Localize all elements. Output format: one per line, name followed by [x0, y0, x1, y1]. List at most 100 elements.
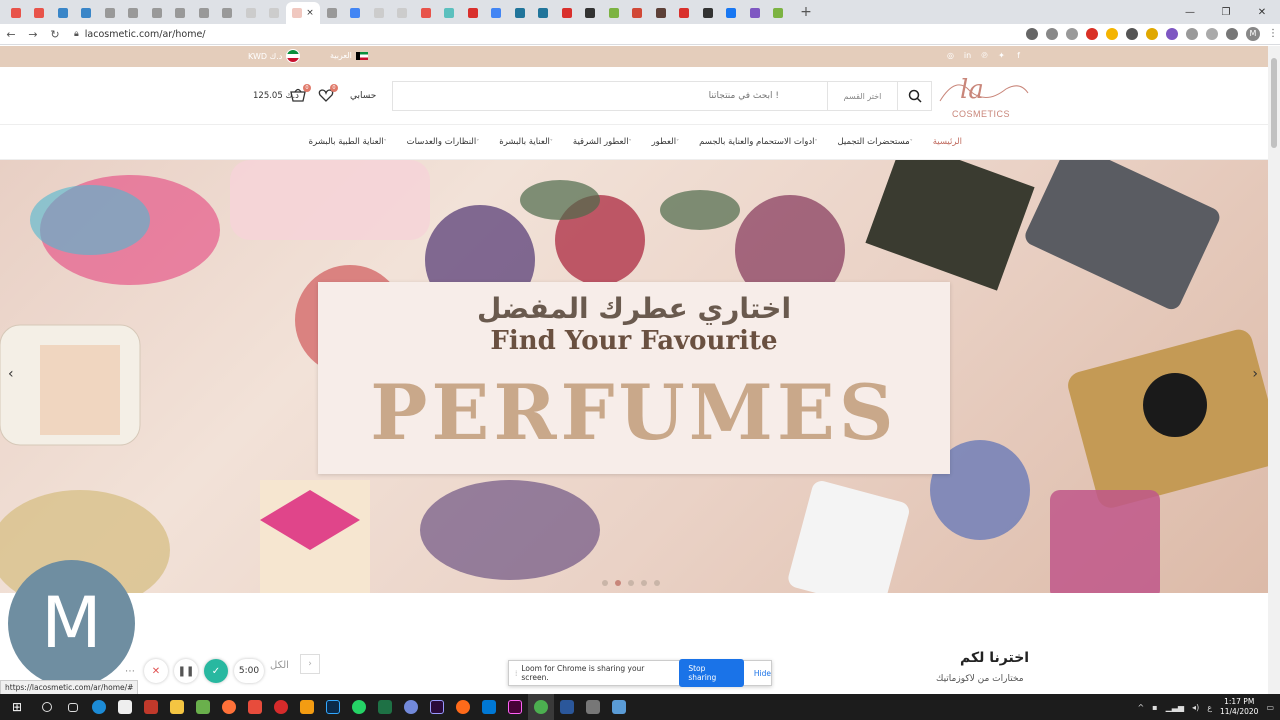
premiere-icon[interactable]	[424, 694, 450, 720]
extension-icon[interactable]	[1106, 28, 1118, 40]
tab[interactable]	[192, 2, 216, 24]
nav-item-makeup[interactable]: مستحضرات التجميل	[837, 137, 914, 147]
nav-item-bath-body[interactable]: ادوات الاستحمام والعناية بالجسم	[699, 137, 819, 147]
extension-icon[interactable]	[1206, 28, 1218, 40]
nav-item-skincare[interactable]: العناية بالبشرة	[499, 137, 555, 147]
facebook-icon[interactable]: f	[1014, 51, 1023, 60]
calculator-icon[interactable]	[580, 694, 606, 720]
tab[interactable]	[414, 2, 438, 24]
tab[interactable]	[673, 2, 697, 24]
profile-avatar[interactable]: M	[1246, 27, 1260, 41]
tab[interactable]	[532, 2, 556, 24]
account-link[interactable]: حسابي	[350, 91, 376, 101]
nav-item-glasses-lenses[interactable]: النظارات والعدسات	[407, 137, 482, 147]
close-window-icon[interactable]: ✕	[1244, 0, 1280, 24]
site-logo[interactable]: la COSMETICS	[936, 71, 1030, 123]
address-bar[interactable]: lacosmetic.com/ar/home/	[85, 29, 206, 40]
tab[interactable]	[344, 2, 368, 24]
translate-icon[interactable]	[1046, 28, 1058, 40]
restore-icon[interactable]: ❐	[1208, 0, 1244, 24]
file-explorer-icon[interactable]	[164, 694, 190, 720]
tab[interactable]	[602, 2, 626, 24]
extension-icon[interactable]	[1146, 28, 1158, 40]
tab[interactable]	[461, 2, 485, 24]
word-icon[interactable]	[554, 694, 580, 720]
tab[interactable]	[239, 2, 263, 24]
language-switcher[interactable]: العربية	[330, 51, 368, 60]
tab[interactable]	[169, 2, 193, 24]
cart-icon[interactable]: 0	[289, 84, 311, 103]
hide-button[interactable]: Hide	[754, 669, 771, 678]
instagram-icon[interactable]: ◎	[946, 51, 955, 60]
slider-dot-active[interactable]	[615, 580, 621, 586]
lock-icon[interactable]: 🔒︎	[74, 29, 79, 39]
tab[interactable]	[649, 2, 673, 24]
tab[interactable]	[320, 2, 344, 24]
app-icon[interactable]	[450, 694, 476, 720]
camera-icon[interactable]	[1026, 28, 1038, 40]
hero-slider[interactable]: اختاري عطرك المفضل Find Your Favourite P…	[0, 160, 1268, 593]
tab[interactable]	[145, 2, 169, 24]
store-icon[interactable]	[112, 694, 138, 720]
tab[interactable]	[391, 2, 415, 24]
opera-icon[interactable]	[268, 694, 294, 720]
slider-next-icon[interactable]: ›	[1252, 366, 1258, 382]
tab[interactable]	[696, 2, 720, 24]
app-icon[interactable]	[606, 694, 632, 720]
search-button[interactable]	[897, 82, 931, 110]
scrollbar-thumb[interactable]	[1271, 58, 1277, 148]
back-icon[interactable]: ←	[0, 28, 22, 41]
edge-icon[interactable]	[86, 694, 112, 720]
photoshop-icon[interactable]	[320, 694, 346, 720]
app-icon[interactable]	[242, 694, 268, 720]
stop-sharing-button[interactable]: Stop sharing	[679, 659, 744, 687]
firefox-icon[interactable]	[216, 694, 242, 720]
extension-icon[interactable]	[1126, 28, 1138, 40]
nav-item-home[interactable]: الرئيسية	[933, 137, 962, 147]
forward-icon[interactable]: →	[22, 28, 44, 41]
loom-finish-icon[interactable]: ✓	[204, 659, 228, 683]
tab[interactable]	[28, 2, 52, 24]
slider-dot[interactable]	[602, 580, 608, 586]
nav-item-oriental-perfumes[interactable]: العطور الشرقية	[573, 137, 634, 147]
tab[interactable]	[98, 2, 122, 24]
network-icon[interactable]: ▁▃▅	[1166, 703, 1184, 712]
category-select[interactable]: اختر القسم	[827, 82, 897, 110]
search-input[interactable]	[393, 82, 827, 110]
tab[interactable]	[743, 2, 767, 24]
active-tab[interactable]: ×	[286, 2, 320, 24]
extension-icon[interactable]	[1186, 28, 1198, 40]
linkedin-icon[interactable]: in	[963, 51, 972, 60]
discord-icon[interactable]	[398, 694, 424, 720]
tab[interactable]	[579, 2, 603, 24]
slider-dot[interactable]	[641, 580, 647, 586]
tab[interactable]	[720, 2, 744, 24]
extension-icon[interactable]	[1166, 28, 1178, 40]
tab[interactable]	[767, 2, 791, 24]
star-icon[interactable]	[1066, 28, 1078, 40]
tab[interactable]	[508, 2, 532, 24]
minimize-icon[interactable]: —	[1172, 0, 1208, 24]
puzzle-icon[interactable]	[1226, 28, 1238, 40]
tab[interactable]	[75, 2, 99, 24]
tab[interactable]	[555, 2, 579, 24]
task-view-icon[interactable]	[60, 694, 86, 720]
slider-dot[interactable]	[654, 580, 660, 586]
menu-dots-icon[interactable]: ⋮	[1268, 28, 1278, 40]
tab[interactable]	[4, 2, 28, 24]
whatsapp-icon[interactable]	[346, 694, 372, 720]
twitter-icon[interactable]: ✦	[997, 51, 1006, 60]
app-icon[interactable]	[138, 694, 164, 720]
tab[interactable]	[438, 2, 462, 24]
notifications-icon[interactable]: ▭	[1266, 703, 1274, 712]
view-all-link[interactable]: الكل	[270, 660, 289, 671]
slider-dot[interactable]	[628, 580, 634, 586]
adobe-xd-icon[interactable]	[502, 694, 528, 720]
new-tab-button[interactable]: +	[796, 4, 816, 20]
pinterest-icon[interactable]: ℗	[980, 51, 989, 60]
loom-cancel-icon[interactable]: ✕	[144, 659, 168, 683]
tray-up-arrow-icon[interactable]: ^	[1137, 703, 1144, 712]
search-icon[interactable]	[34, 694, 60, 720]
excel-icon[interactable]	[372, 694, 398, 720]
page-scrollbar[interactable]	[1268, 46, 1280, 694]
